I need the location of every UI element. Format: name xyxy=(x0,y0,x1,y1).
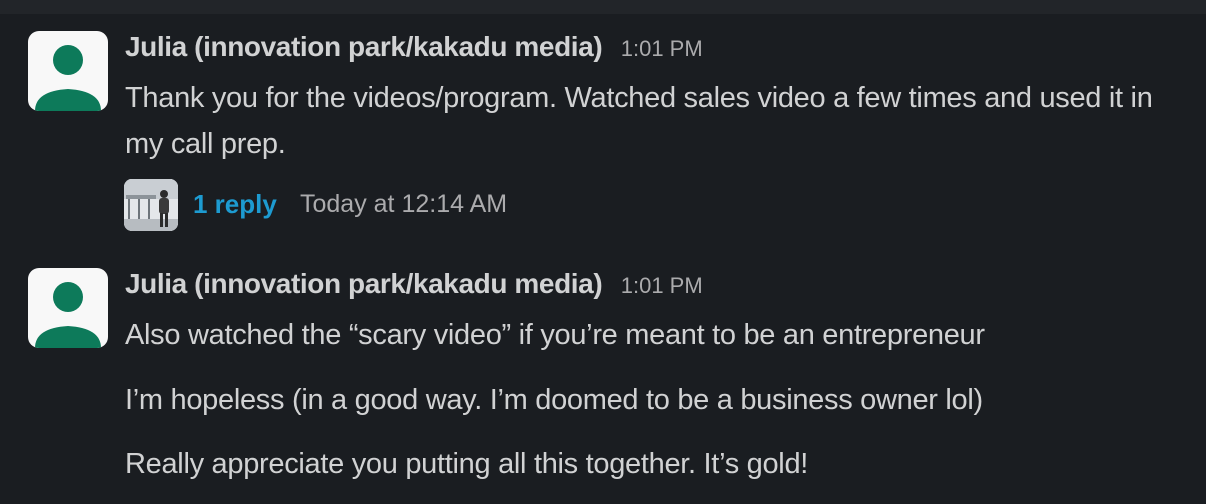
sender-name[interactable]: Julia (innovation park/kakadu media) xyxy=(125,268,603,299)
message-timestamp[interactable]: 1:01 PM xyxy=(621,273,703,298)
message-paragraph: Really appreciate you putting all this t… xyxy=(125,448,809,480)
photo-thumbnail-icon xyxy=(124,179,178,231)
message-header: Julia (innovation park/kakadu media) 1:0… xyxy=(125,31,703,67)
avatar[interactable] xyxy=(28,31,108,111)
avatar[interactable] xyxy=(28,268,108,348)
message-paragraph: I’m hopeless (in a good way. I’m doomed … xyxy=(125,384,983,416)
top-bar xyxy=(0,0,1206,14)
last-reply-time: Today at 12:14 AM xyxy=(300,190,508,218)
default-user-icon xyxy=(35,282,101,348)
message-timestamp[interactable]: 1:01 PM xyxy=(621,36,703,61)
default-user-icon xyxy=(35,45,101,111)
reply-count-link[interactable]: 1 reply xyxy=(193,189,277,220)
message-header: Julia (innovation park/kakadu media) 1:0… xyxy=(125,268,703,304)
replier-avatar xyxy=(124,179,178,231)
sender-name[interactable]: Julia (innovation park/kakadu media) xyxy=(125,31,603,62)
message-text: Thank you for the videos/program. Watche… xyxy=(125,82,1153,160)
message-paragraph: Also watched the “scary video” if you’re… xyxy=(125,319,985,351)
